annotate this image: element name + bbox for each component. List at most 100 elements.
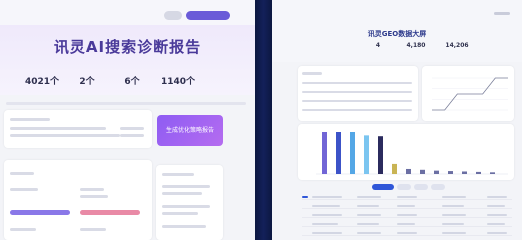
cell — [487, 196, 507, 198]
summary-line — [120, 127, 144, 130]
side-line — [162, 205, 210, 208]
cell — [357, 205, 379, 207]
cell — [397, 232, 417, 234]
bar-1 — [336, 132, 341, 174]
dash-stat-3: 14,206 — [437, 42, 477, 49]
cell — [312, 214, 342, 216]
cell — [442, 214, 466, 216]
table-row — [302, 232, 512, 236]
bar-10 — [462, 171, 467, 174]
cell — [312, 223, 338, 225]
bar-5 — [392, 163, 397, 174]
cell — [487, 223, 505, 225]
side-card — [156, 165, 223, 240]
toolbar-primary-button[interactable] — [186, 11, 230, 20]
table-row — [302, 196, 512, 200]
stat-4: 1140个 — [148, 67, 208, 87]
bar-2 — [350, 132, 355, 174]
platform-line — [10, 228, 36, 231]
trend-line-chart — [432, 77, 508, 111]
tab[interactable] — [397, 184, 411, 190]
tab[interactable] — [431, 184, 445, 190]
bar-0 — [322, 132, 327, 174]
toolbar-chip[interactable] — [164, 11, 182, 20]
cell — [487, 205, 505, 207]
cell — [397, 223, 415, 225]
cell — [357, 223, 379, 225]
cell — [312, 196, 342, 198]
platform-card — [4, 160, 152, 240]
tab-strip[interactable] — [6, 102, 246, 105]
table-row — [302, 91, 412, 93]
bar-9 — [448, 171, 453, 174]
center-divider — [255, 0, 272, 240]
top-toolbar — [0, 0, 255, 25]
progress-bar — [80, 210, 140, 215]
trend-chart-card — [422, 66, 514, 121]
bar-7 — [420, 169, 425, 174]
side-line — [162, 185, 210, 188]
table-row — [302, 109, 412, 111]
platform-bar-chart — [316, 132, 508, 175]
side-line — [162, 173, 194, 176]
cell — [442, 196, 466, 198]
bar-chart-card — [298, 124, 514, 180]
dashboard-title: 讯灵GEO数据大屏 — [367, 30, 427, 38]
side-line — [162, 225, 206, 228]
table-row — [302, 223, 512, 227]
summary-line — [10, 134, 120, 137]
summary-card — [4, 110, 152, 148]
bar-4 — [378, 136, 383, 174]
dash-stat-2-value: 4,180 — [406, 42, 426, 49]
progress-bar — [10, 210, 70, 215]
cell — [487, 214, 507, 216]
platform-line — [80, 228, 106, 231]
tab-active[interactable] — [372, 184, 394, 190]
side-line — [162, 192, 202, 195]
cell — [312, 232, 342, 234]
cell — [357, 214, 381, 216]
bar-12 — [490, 172, 495, 174]
bar-8 — [434, 170, 439, 174]
bar-11 — [476, 171, 481, 174]
stat-4-label — [148, 67, 208, 74]
header-control[interactable] — [494, 12, 510, 15]
bar-6 — [406, 168, 411, 174]
cell — [397, 205, 415, 207]
table-row — [302, 82, 412, 84]
right-dashboard-screen: 讯灵GEO数据大屏 4 4,180 14,206 — [272, 0, 522, 240]
cell — [357, 232, 381, 234]
dash-stat-1: 4 — [358, 42, 398, 49]
cell — [357, 196, 381, 198]
report-title: 讯灵AI搜索诊断报告 — [53, 38, 202, 56]
platform-line — [10, 188, 38, 191]
dash-stat-3-value: 14,206 — [445, 42, 469, 49]
cell — [487, 232, 507, 234]
summary-line — [10, 118, 50, 121]
left-report-screen: 讯灵AI搜索诊断报告 4021个 2个 6个 1140个 生成优化策略报告 — [0, 0, 255, 240]
platform-line — [80, 195, 108, 198]
dash-stat-2: 4,180 — [396, 42, 436, 49]
platform-line — [10, 172, 34, 175]
ranking-table-card — [298, 66, 418, 121]
cell — [312, 205, 340, 207]
dash-stat-1-value: 4 — [375, 42, 381, 49]
side-line — [162, 212, 198, 215]
row-marker — [302, 196, 308, 198]
cell — [397, 214, 417, 216]
table-row — [302, 100, 412, 102]
generate-strategy-button[interactable]: 生成优化策略报告 — [157, 115, 223, 146]
summary-line — [10, 127, 106, 130]
cell — [442, 232, 466, 234]
stat-4-value: 1140个 — [160, 77, 196, 87]
tab[interactable] — [414, 184, 428, 190]
cell — [442, 205, 464, 207]
trend-line — [432, 77, 508, 111]
platform-line — [80, 188, 104, 191]
table-header — [302, 72, 322, 75]
cell — [397, 196, 417, 198]
summary-line — [120, 134, 144, 137]
bar-3 — [364, 135, 369, 174]
table-row — [302, 205, 512, 209]
cell — [442, 223, 464, 225]
